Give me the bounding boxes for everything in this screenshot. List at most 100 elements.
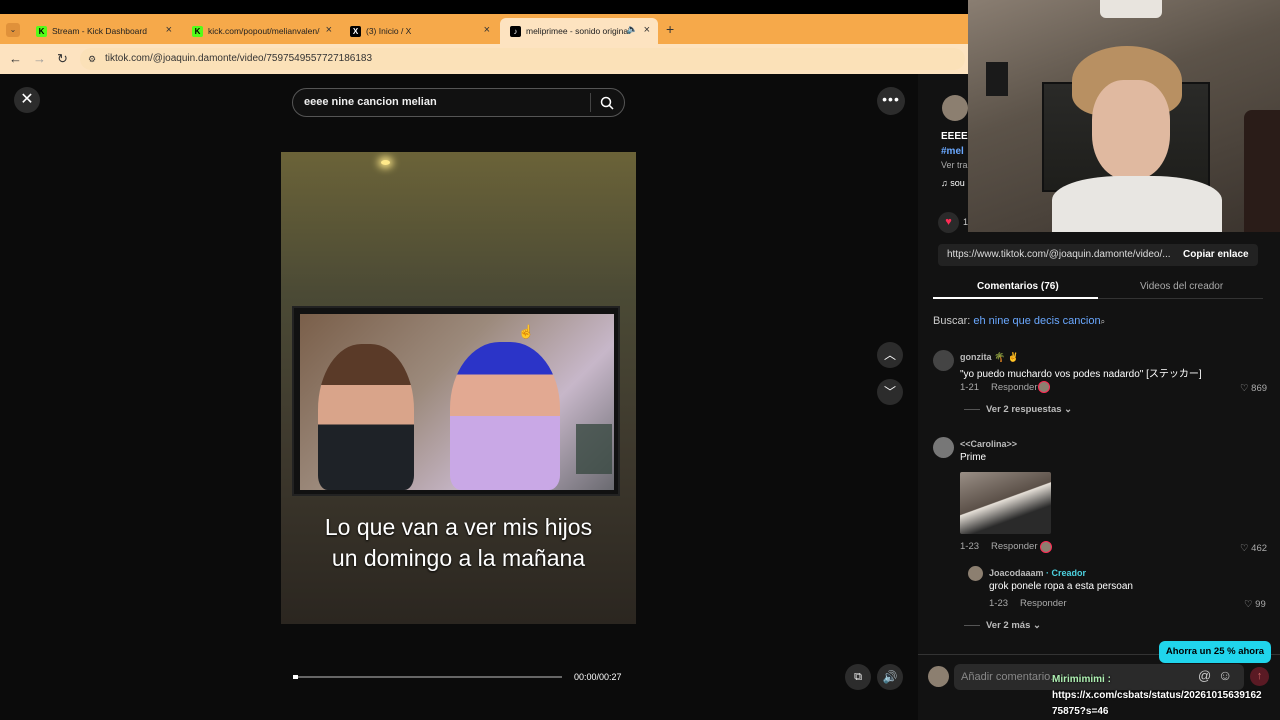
comment-likes[interactable]: ♡ 99: [1244, 599, 1266, 610]
progress-fill: [293, 675, 299, 679]
volume-icon[interactable]: 🔊: [877, 664, 903, 690]
progress-bar[interactable]: [293, 675, 562, 679]
tab-comments[interactable]: Comentarios (76): [977, 281, 1059, 292]
tab-kick-dashboard[interactable]: K Stream - Kick Dashboard ×: [26, 18, 180, 44]
comment-meta: 1-23 Responder: [960, 541, 1038, 552]
address-bar: ← → ↻ ⚙ tiktok.com/@joaquin.damonte/vide…: [0, 44, 968, 74]
comment-user[interactable]: Joacodaaam · Creador: [989, 568, 1086, 578]
active-tab-indicator: [933, 297, 1098, 299]
speaker-icon[interactable]: 🔈: [627, 24, 638, 35]
tab-title: (3) Inicio / X: [366, 26, 412, 36]
person-left: [318, 344, 414, 490]
streamer-shirt: [1052, 176, 1222, 232]
search-value: eeee nine cancion melian: [304, 96, 437, 108]
stream-chat-message: Mirimimimi : https://x.com/csbats/status…: [1052, 672, 1262, 720]
previous-video-icon[interactable]: ︿: [877, 342, 903, 368]
comment-user[interactable]: gonzita 🌴 ✌: [960, 352, 1019, 363]
close-tab-icon[interactable]: ×: [166, 24, 172, 36]
reload-icon[interactable]: ↻: [57, 51, 68, 67]
site-info-icon[interactable]: ⚙: [88, 48, 96, 70]
tab-tiktok[interactable]: ♪ meliprimee - sonido original 🔈 ×: [500, 18, 658, 44]
comment-like-count: 99: [1255, 599, 1266, 610]
view-replies-label: Ver 2 respuestas: [986, 404, 1062, 415]
share-link: https://www.tiktok.com/@joaquin.damonte/…: [947, 249, 1171, 260]
close-tab-icon[interactable]: ×: [644, 24, 650, 36]
comment-meta: 1-23 Responder: [989, 598, 1067, 609]
top-strip: [0, 0, 968, 14]
view-replies-link[interactable]: Ver 2 respuestas ⌄: [964, 404, 1072, 415]
description-text: EEEE: [941, 131, 968, 142]
url-text: tiktok.com/@joaquin.damonte/video/759754…: [105, 53, 373, 64]
video-player[interactable]: Lo que van a ver mis hijos un domingo a …: [281, 152, 636, 624]
close-tab-icon[interactable]: ×: [326, 24, 332, 36]
translate-link[interactable]: Ver tra: [941, 160, 968, 170]
chat-overlay-in-tv: [576, 424, 612, 474]
mouse-cursor-icon: ☝: [518, 324, 535, 339]
streamer: [1052, 46, 1222, 232]
kick-icon: K: [192, 25, 203, 37]
copy-link-button[interactable]: Copiar enlace: [1183, 249, 1249, 260]
creator-liked-avatar: [1038, 381, 1050, 393]
search-divider: [590, 93, 591, 112]
search-suggestion-text: eh nine que decis cancion: [973, 315, 1101, 327]
comment-like-count: 869: [1251, 383, 1268, 394]
avatar[interactable]: [968, 566, 983, 581]
search-icon[interactable]: [600, 96, 614, 110]
promo-button[interactable]: Ahorra un 25 % ahora: [1159, 641, 1271, 663]
x-icon: X: [350, 25, 361, 37]
comment-date: 1-23: [960, 541, 980, 552]
comment-sticker-image[interactable]: [960, 472, 1051, 534]
comment-text: Prime: [960, 452, 987, 463]
reply-button[interactable]: Responder: [1020, 598, 1066, 609]
floating-player-icon[interactable]: ⧉: [845, 664, 871, 690]
view-more-label: Ver 2 más: [986, 620, 1031, 631]
ceiling-light: [381, 160, 390, 165]
reply-button[interactable]: Responder: [991, 541, 1037, 552]
reply-button[interactable]: Responder: [991, 382, 1037, 393]
avatar[interactable]: [933, 350, 954, 371]
tab-title: kick.com/popout/melianvalen/c: [208, 26, 320, 36]
comment-text: grok ponele ropa a esta persoan: [989, 581, 1133, 592]
kick-icon: K: [36, 25, 47, 37]
avatar: [928, 666, 949, 687]
chat-user: Mirimimimi :: [1052, 674, 1111, 685]
video-caption: Lo que van a ver mis hijos un domingo a …: [281, 512, 636, 574]
like-heart-icon[interactable]: ♥: [938, 212, 959, 233]
caption-line-1: Lo que van a ver mis hijos: [324, 514, 593, 540]
view-more-link[interactable]: Ver 2 más ⌄: [964, 620, 1041, 631]
new-tab-button[interactable]: +: [666, 21, 674, 37]
avatar[interactable]: [942, 95, 968, 121]
url-field[interactable]: ⚙ tiktok.com/@joaquin.damonte/video/7597…: [80, 48, 965, 70]
creator-liked-avatar: [1040, 541, 1052, 553]
reply-user: Joacodaaam: [989, 568, 1044, 578]
tv-content: [300, 314, 614, 490]
sound-link[interactable]: ♫ sou: [941, 178, 965, 188]
comment-date: 1-23: [989, 598, 1009, 609]
tab-bar: ⌄ K Stream - Kick Dashboard × K kick.com…: [0, 14, 968, 44]
hashtag-link[interactable]: #mel: [941, 146, 964, 157]
avatar[interactable]: [933, 437, 954, 458]
tab-kick-popout[interactable]: K kick.com/popout/melianvalen/c ×: [182, 18, 340, 44]
search-input[interactable]: eeee nine cancion melian: [292, 88, 625, 117]
comment-likes[interactable]: ♡ 869: [1240, 383, 1267, 394]
search-icon: ⌕: [1100, 317, 1106, 326]
forward-icon[interactable]: →: [33, 51, 46, 66]
comment-user[interactable]: <<Carolina>>: [960, 439, 1017, 449]
back-icon[interactable]: ←: [9, 51, 22, 66]
person-right: [450, 342, 560, 490]
tab-title: meliprimee - sonido original: [526, 26, 630, 36]
close-icon[interactable]: ✕: [14, 87, 40, 113]
more-options-icon[interactable]: •••: [877, 87, 905, 115]
creator-tag: · Creador: [1046, 568, 1087, 578]
tab-creator-videos[interactable]: Videos del creador: [1140, 281, 1223, 292]
next-video-icon[interactable]: ﹀: [877, 379, 903, 405]
chat-line: 75875?s=46: [1052, 706, 1109, 717]
chat-line: https://x.com/csbats/status/202610156391…: [1052, 690, 1262, 701]
close-tab-icon[interactable]: ×: [484, 24, 490, 36]
poster: [986, 62, 1008, 96]
tab-x-inicio[interactable]: X (3) Inicio / X ×: [340, 18, 498, 44]
comment-like-count: 462: [1251, 543, 1268, 554]
comment-likes[interactable]: ♡ 462: [1240, 543, 1267, 554]
search-suggestion[interactable]: Buscar: eh nine que decis cancion⌕: [933, 315, 1105, 327]
tab-list-chevron-icon[interactable]: ⌄: [6, 23, 20, 37]
